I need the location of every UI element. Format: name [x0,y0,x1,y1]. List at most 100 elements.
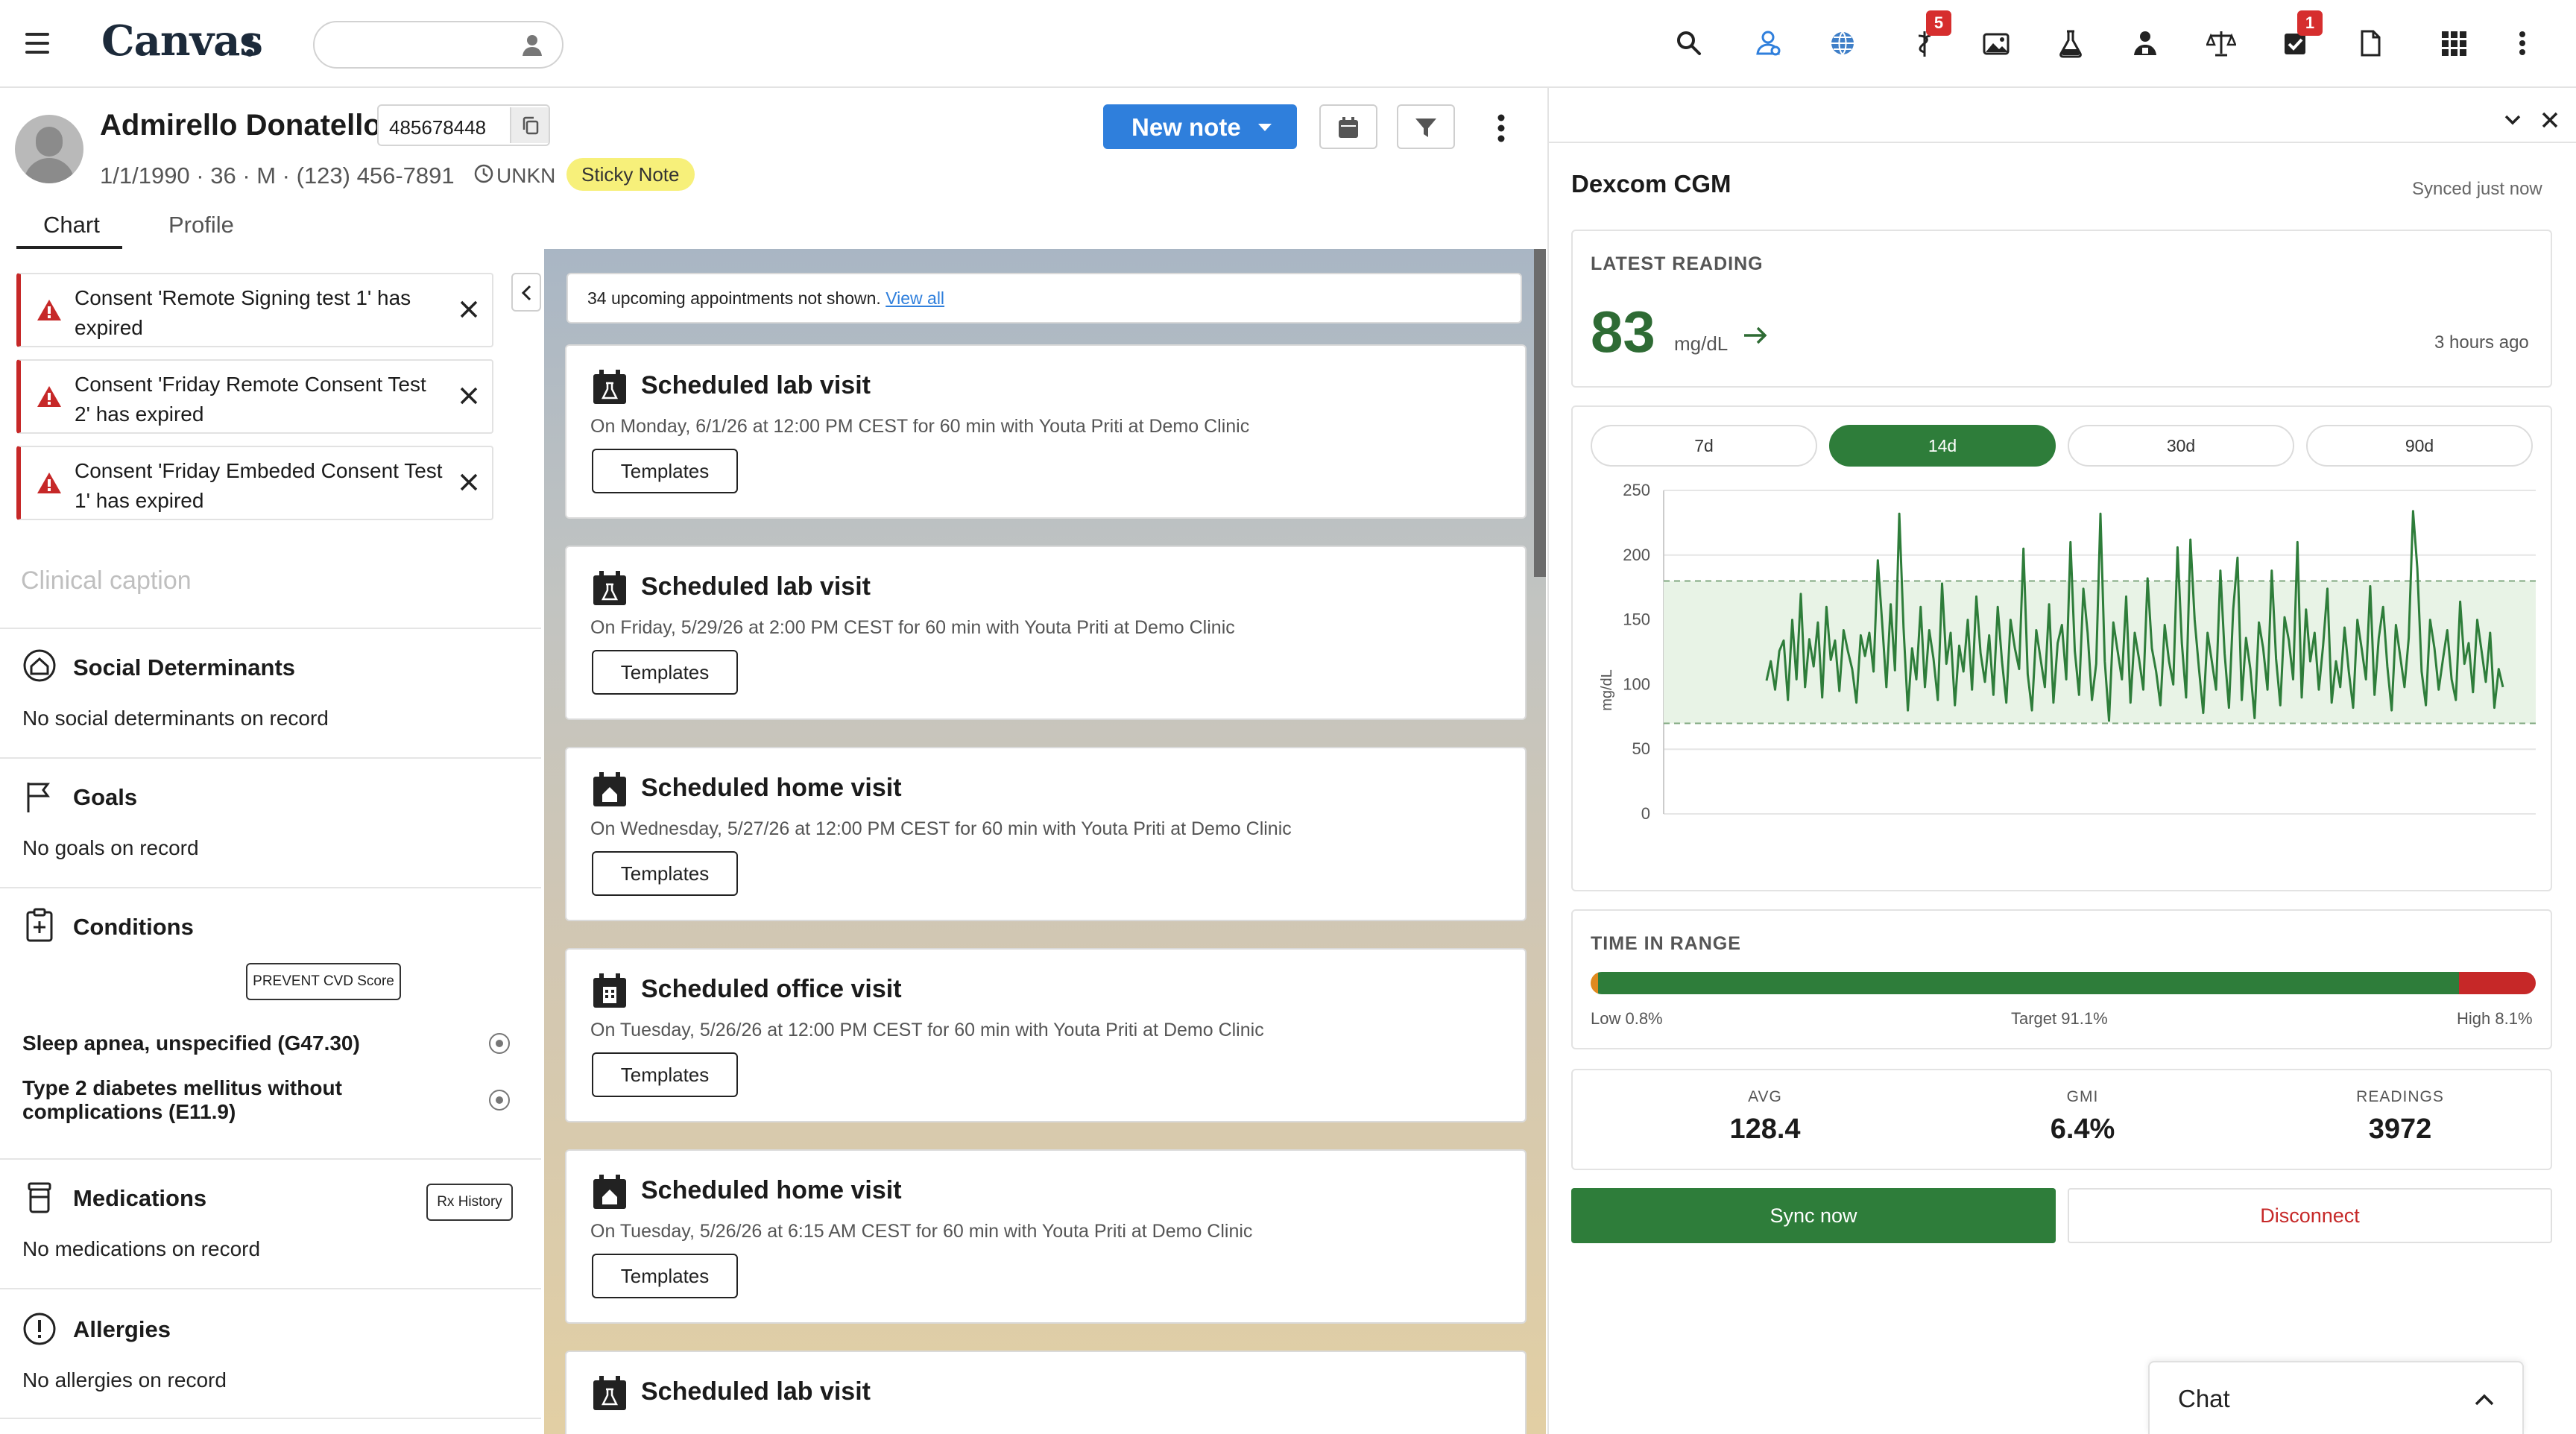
range-90d-button[interactable]: 90d [2306,425,2533,467]
condition-radio[interactable] [489,1090,510,1111]
appointment-title: Scheduled home visit [641,774,902,802]
goals-title[interactable]: Goals [73,784,137,811]
chevron-down-icon[interactable] [1258,124,1272,131]
panel-header-divider [1547,142,2576,143]
search-icon[interactable] [1670,24,1708,63]
appointment-card[interactable]: Scheduled home visit On Tuesday, 5/26/26… [565,1149,1527,1324]
scale-icon[interactable] [2202,24,2241,63]
condition-radio[interactable] [489,1033,510,1054]
latest-reading-card: LATEST READING 83 mg/dL 3 hours ago [1571,230,2552,388]
templates-button[interactable]: Templates [592,449,738,493]
top-navigation-bar: Canvas 5 1 [0,0,2576,88]
view-all-link[interactable]: View all [886,288,944,308]
apps-grid-icon[interactable] [2434,24,2473,63]
appointment-card[interactable]: Scheduled lab visit On Friday, 5/29/26 a… [565,546,1527,720]
new-note-button[interactable]: New note [1103,104,1297,149]
clinical-caption[interactable]: Clinical caption [21,566,192,596]
y-axis-label: mg/dL [1599,669,1615,711]
stat-gmi-label: GMI [2066,1088,2099,1105]
appointment-description: On Friday, 5/29/26 at 2:00 PM CEST for 6… [590,617,1235,638]
stat-avg-label: AVG [1748,1088,1782,1105]
appointment-card[interactable]: Scheduled office visit On Tuesday, 5/26/… [565,948,1527,1122]
condition-item[interactable]: Sleep apnea, unspecified (G47.30) [22,1032,470,1055]
range-30d-button[interactable]: 30d [2068,425,2294,467]
collapse-sidebar-button[interactable] [511,273,541,312]
tab-chart[interactable]: Chart [43,212,100,239]
glucose-line-chart: 0 50 100 150 200 250 mg/dL [1599,481,2536,823]
close-icon[interactable] [2539,109,2561,131]
templates-button[interactable]: Templates [592,650,738,695]
canvas-logo[interactable]: Canvas [101,16,263,66]
patient-avatar [15,115,83,183]
conditions-title[interactable]: Conditions [73,914,194,941]
alert-text: Consent 'Remote Signing test 1' has expi… [75,286,411,339]
office-calendar-icon [592,972,628,1009]
patient-name[interactable]: Admirello Donatello [100,109,382,142]
provider-icon[interactable] [2126,24,2165,63]
appointment-card[interactable]: Scheduled lab visit On Monday, 6/1/26 at… [565,344,1527,519]
clipboard-icon [22,908,57,942]
copy-mrn-button[interactable] [510,107,549,143]
tir-high-segment [2459,972,2536,994]
more-vert-icon[interactable] [2503,24,2542,63]
timeline-scrollbar[interactable] [1534,249,1546,577]
templates-button[interactable]: Templates [592,1254,738,1298]
range-14d-button[interactable]: 14d [1829,425,2056,467]
sync-now-button[interactable]: Sync now [1571,1188,2056,1243]
appointment-card[interactable]: Scheduled home visit On Wednesday, 5/27/… [565,747,1527,921]
filter-button[interactable] [1397,104,1455,149]
patient-mrn: 485678448 [389,116,487,139]
cgm-title: Dexcom CGM [1571,170,1731,198]
templates-button[interactable]: Templates [592,851,738,896]
condition-item[interactable]: Type 2 diabetes mellitus without complic… [22,1076,470,1124]
patient-search-input[interactable] [332,30,504,60]
time-in-range-bar [1591,972,2536,994]
close-icon[interactable] [456,297,482,322]
chat-widget[interactable]: Chat [2148,1361,2524,1434]
tir-low-segment [1591,972,1599,994]
section-divider [0,628,541,629]
chevron-down-icon[interactable] [2501,109,2524,131]
alert-text: Consent 'Friday Embeded Consent Test 1' … [75,459,443,512]
social-determinants-title[interactable]: Social Determinants [73,654,295,681]
tir-target-segment [1598,972,2460,994]
sticky-note-button[interactable]: Sticky Note [566,158,695,191]
section-divider [0,887,541,888]
patients-icon[interactable] [1749,24,1787,63]
prevent-cvd-score-button[interactable]: PREVENT CVD Score [246,963,401,1000]
lab-calendar-icon [592,569,628,607]
more-vert-icon[interactable] [1488,112,1515,145]
flask-icon[interactable] [2051,24,2090,63]
range-7d-button[interactable]: 7d [1591,425,1817,467]
calendar-button[interactable] [1319,104,1377,149]
appointment-description: On Tuesday, 5/26/26 at 6:15 AM CEST for … [590,1221,1253,1242]
patient-search[interactable] [313,21,564,69]
upcoming-appointments-banner: 34 upcoming appointments not shown. View… [566,273,1522,323]
appointment-title: Scheduled home visit [641,1176,902,1204]
hamburger-menu-icon[interactable] [25,33,49,55]
rx-history-button[interactable]: Rx History [426,1184,513,1221]
appointment-card[interactable]: Scheduled lab visit [565,1351,1527,1434]
image-icon[interactable] [1977,24,2015,63]
chevron-left-icon [521,285,531,301]
tab-profile[interactable]: Profile [168,212,234,239]
templates-button[interactable]: Templates [592,1052,738,1097]
alert-circle-icon [22,1312,57,1346]
warning-icon [36,471,63,495]
close-icon[interactable] [456,383,482,408]
disconnect-button[interactable]: Disconnect [2068,1188,2552,1243]
upcoming-text: 34 upcoming appointments not shown. [587,288,881,308]
document-icon[interactable] [2351,24,2390,63]
flag-icon [22,780,57,814]
allergies-title[interactable]: Allergies [73,1316,171,1343]
patient-demographics: 1/1/1990 · 36 · M · (123) 456-7891 [100,162,455,189]
consent-alert: Consent 'Remote Signing test 1' has expi… [16,273,493,347]
chevron-up-icon[interactable] [2473,1391,2496,1407]
tasks-icon[interactable]: 1 [2276,10,2323,63]
close-icon[interactable] [456,470,482,495]
y-tick-label: 0 [1641,804,1650,823]
medications-title[interactable]: Medications [73,1185,206,1212]
globe-icon[interactable] [1823,24,1862,63]
home-calendar-icon [592,1173,628,1210]
caduceus-icon[interactable]: 5 [1905,10,1951,63]
